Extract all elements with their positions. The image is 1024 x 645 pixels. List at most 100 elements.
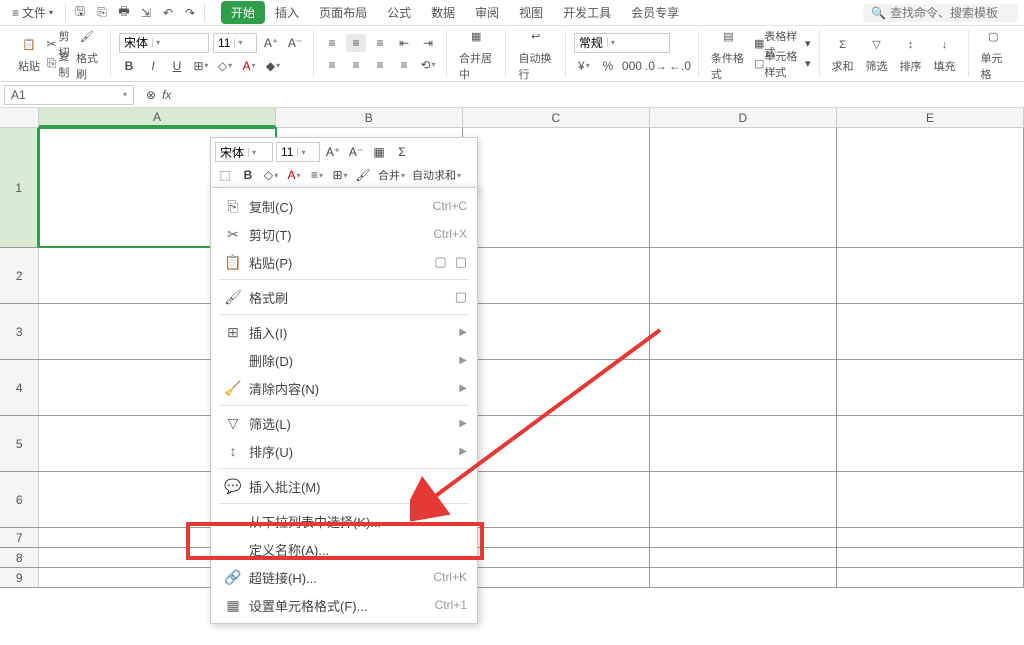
mini-autosum-label[interactable]: 自动求和	[410, 165, 463, 185]
context-menu-item[interactable]: 从下拉列表中选择(K)...	[211, 507, 477, 535]
row-header-1[interactable]: 1	[0, 128, 39, 247]
highlight-button[interactable]: ◆	[263, 57, 283, 75]
cell-style-button[interactable]: ▢ 单元格样式▾	[754, 55, 811, 73]
tab-member[interactable]: 会员专享	[621, 1, 689, 24]
cell[interactable]	[837, 128, 1024, 247]
row-header-4[interactable]: 4	[0, 360, 39, 415]
mini-bold-button[interactable]: B	[238, 165, 258, 185]
cell[interactable]	[650, 548, 837, 567]
cell[interactable]	[837, 416, 1024, 471]
col-header-D[interactable]: D	[650, 108, 837, 127]
copy-button[interactable]: ⎘ 复制	[48, 55, 68, 73]
fill-button[interactable]: ↓填充	[930, 32, 960, 76]
border-button[interactable]: ⊞	[191, 57, 211, 75]
increase-decimal-icon[interactable]: .0→	[646, 57, 666, 75]
cell[interactable]	[837, 548, 1024, 567]
context-menu-item[interactable]: ↕排序(U)▶	[211, 437, 477, 465]
align-right-icon[interactable]: ≡	[370, 56, 390, 74]
cell[interactable]	[463, 548, 650, 567]
cell[interactable]	[463, 528, 650, 547]
mini-increase-font-icon[interactable]: A⁺	[323, 142, 343, 162]
tab-view[interactable]: 视图	[509, 1, 553, 24]
decrease-indent-icon[interactable]: ⇤	[394, 34, 414, 52]
col-header-A[interactable]: A	[39, 108, 275, 127]
print-preview-icon[interactable]: ⎘	[94, 5, 110, 21]
currency-icon[interactable]: ¥	[574, 57, 594, 75]
cell[interactable]	[837, 304, 1024, 359]
font-name-combo[interactable]: 宋体▾	[119, 33, 209, 53]
cell[interactable]	[650, 128, 837, 247]
align-center-icon[interactable]: ≡	[346, 56, 366, 74]
cell[interactable]	[463, 568, 650, 587]
context-menu-item[interactable]: 删除(D)▶	[211, 346, 477, 374]
increase-font-icon[interactable]: A⁺	[261, 34, 281, 52]
mini-align-button[interactable]: ≡	[307, 165, 327, 185]
mini-border-button[interactable]: ⊞	[330, 165, 350, 185]
mini-merge-label[interactable]: 合并	[376, 165, 407, 185]
context-menu-item[interactable]: ⎘复制(C)Ctrl+C	[211, 192, 477, 220]
font-color-button[interactable]: A	[239, 57, 259, 75]
cell[interactable]	[837, 248, 1024, 303]
row-header-2[interactable]: 2	[0, 248, 39, 303]
filter-button[interactable]: ▽筛选	[862, 32, 892, 76]
search-input[interactable]	[890, 6, 1010, 20]
paste-button[interactable]: 📋粘贴	[14, 32, 44, 76]
name-box[interactable]: A1▾	[4, 85, 134, 105]
context-menu-item[interactable]: 💬插入批注(M)	[211, 472, 477, 500]
wrap-text-button[interactable]: ↩自动换行	[514, 24, 556, 84]
select-all-corner[interactable]	[0, 108, 39, 127]
mini-font-name[interactable]: 宋体▾	[215, 142, 273, 162]
row-header-8[interactable]: 8	[0, 548, 39, 567]
mini-select-icon[interactable]: ⬚	[215, 165, 235, 185]
sum-button[interactable]: Σ求和	[828, 32, 858, 76]
formula-input[interactable]	[177, 85, 1016, 105]
export-icon[interactable]: ⇲	[138, 5, 154, 21]
mini-font-color-button[interactable]: A	[284, 165, 304, 185]
tab-review[interactable]: 审阅	[465, 1, 509, 24]
context-menu-item[interactable]: 📋粘贴(P)▢▢	[211, 248, 477, 276]
context-menu-item[interactable]: 🔗超链接(H)...Ctrl+K	[211, 563, 477, 591]
fill-color-button[interactable]: ◇	[215, 57, 235, 75]
cell[interactable]	[463, 416, 650, 471]
align-bottom-icon[interactable]: ≡	[370, 34, 390, 52]
cell[interactable]	[837, 472, 1024, 527]
orientation-icon[interactable]: ⟲	[418, 56, 438, 74]
fx-icon[interactable]: fx	[162, 88, 171, 102]
cell[interactable]	[463, 472, 650, 527]
sort-button[interactable]: ↕排序	[896, 32, 926, 76]
row-header-5[interactable]: 5	[0, 416, 39, 471]
row-header-7[interactable]: 7	[0, 528, 39, 547]
format-painter-button[interactable]: 🖌格式刷	[72, 24, 102, 84]
cell[interactable]	[650, 528, 837, 547]
tab-insert[interactable]: 插入	[265, 1, 309, 24]
cell[interactable]	[463, 304, 650, 359]
tab-home[interactable]: 开始	[221, 1, 265, 24]
cell[interactable]	[650, 304, 837, 359]
cell[interactable]	[837, 568, 1024, 587]
cell-format-button[interactable]: ▢单元格	[977, 24, 1010, 84]
underline-button[interactable]: U	[167, 57, 187, 75]
cancel-fx-icon[interactable]: ⊗	[146, 88, 156, 102]
paste-options[interactable]: ▢▢	[434, 254, 467, 270]
cell[interactable]	[650, 568, 837, 587]
bold-button[interactable]: B	[119, 57, 139, 75]
number-format-combo[interactable]: 常规▾	[574, 33, 670, 53]
mini-format-painter-icon[interactable]: 🖌	[353, 165, 373, 185]
context-menu-item[interactable]: 🧹清除内容(N)▶	[211, 374, 477, 402]
cell[interactable]	[463, 248, 650, 303]
paste-options[interactable]: ▢	[455, 289, 467, 305]
context-menu-item[interactable]: ▦设置单元格格式(F)...Ctrl+1	[211, 591, 477, 619]
cell[interactable]	[650, 248, 837, 303]
tab-developer[interactable]: 开发工具	[553, 1, 621, 24]
decrease-font-icon[interactable]: A⁻	[285, 34, 305, 52]
cell[interactable]	[463, 128, 650, 247]
cell[interactable]	[650, 472, 837, 527]
context-menu-item[interactable]: 🖌格式刷▢	[211, 283, 477, 311]
increase-indent-icon[interactable]: ⇥	[418, 34, 438, 52]
command-search[interactable]: 🔍	[863, 4, 1018, 22]
print-icon[interactable]: 🖶	[116, 5, 132, 21]
align-top-icon[interactable]: ≡	[322, 34, 342, 52]
mini-fill-color-button[interactable]: ◇	[261, 165, 281, 185]
cell[interactable]	[837, 528, 1024, 547]
percent-icon[interactable]: %	[598, 57, 618, 75]
